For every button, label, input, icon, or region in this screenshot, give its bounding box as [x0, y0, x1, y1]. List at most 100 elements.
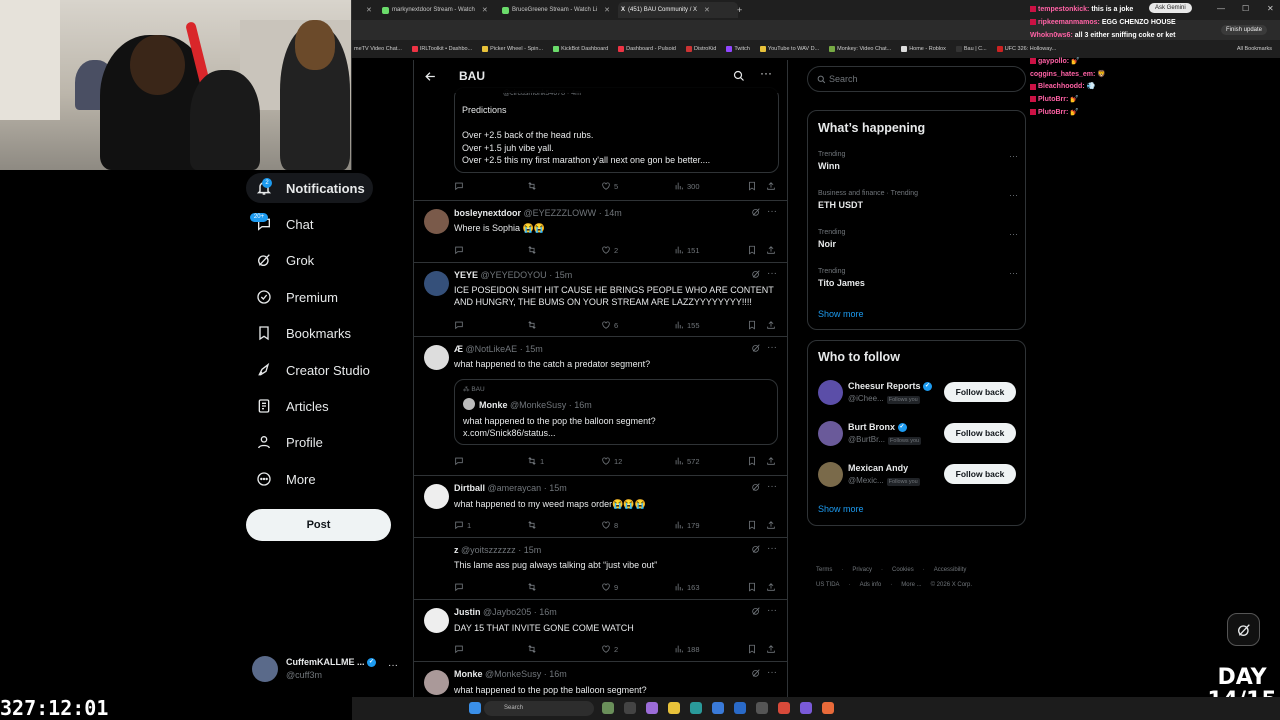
follow-suggestion[interactable]: Mexican Andy @Mexic... Follows you Follow…	[808, 459, 1027, 489]
post[interactable]: z @yoitszzzzzz · 15m This lame ass pug a…	[414, 538, 787, 600]
grok-floating-button[interactable]	[1227, 613, 1260, 646]
repost-action[interactable]	[527, 181, 537, 191]
bookmark-action[interactable]	[747, 181, 757, 191]
trend-item[interactable]: Trending Tito James ···	[818, 268, 1018, 288]
footer-link[interactable]: Accessibility	[934, 567, 967, 573]
show-more-link[interactable]: Show more	[818, 504, 864, 514]
minimize-icon[interactable]: —	[1217, 4, 1225, 13]
bookmark-item[interactable]: IRLToolkit • Dashbo...	[411, 46, 472, 52]
new-tab-button[interactable]: +	[737, 2, 742, 18]
search-input[interactable]: Search	[807, 66, 1026, 92]
mail-icon[interactable]	[712, 702, 724, 714]
taskbar-app-icon[interactable]	[646, 702, 658, 714]
bookmark-item[interactable]: Bau | C...	[955, 46, 987, 52]
more-icon[interactable]: ···	[767, 206, 777, 217]
grok-icon[interactable]	[751, 207, 761, 217]
share-action[interactable]	[766, 320, 776, 330]
browser-tab[interactable]: markynextdoor Stream - Watch ✕	[382, 2, 504, 18]
grok-icon[interactable]	[751, 269, 761, 279]
footer-link[interactable]: Ads info	[860, 582, 882, 588]
reply-action[interactable]	[454, 456, 464, 466]
grok-icon[interactable]	[751, 343, 761, 353]
views-action[interactable]: 163	[674, 582, 700, 592]
bookmark-item[interactable]: Picker Wheel - Spin...	[482, 46, 543, 52]
reply-action[interactable]	[454, 320, 464, 330]
like-action[interactable]: 12	[601, 456, 622, 466]
tab-close-icon[interactable]: ✕	[362, 2, 376, 18]
nav-bookmarks[interactable]: Bookmarks	[246, 318, 361, 348]
bookmark-item[interactable]: Twitch	[726, 46, 750, 52]
like-action[interactable]: 9	[601, 582, 618, 592]
bookmark-action[interactable]	[747, 582, 757, 592]
more-icon[interactable]: ···	[1009, 229, 1018, 239]
repost-action[interactable]: 1	[527, 456, 544, 466]
bookmark-action[interactable]	[747, 644, 757, 654]
like-action[interactable]: 2	[601, 644, 618, 654]
reply-action[interactable]	[454, 245, 464, 255]
bookmark-action[interactable]	[747, 520, 757, 530]
taskbar-app-icon[interactable]	[822, 702, 834, 714]
nav-premium[interactable]: Premium	[246, 282, 348, 312]
repost-action[interactable]	[527, 245, 537, 255]
more-icon[interactable]: ···	[767, 481, 777, 492]
more-icon[interactable]: ···	[767, 605, 777, 616]
like-action[interactable]: 2	[601, 245, 618, 255]
edge-icon[interactable]	[690, 702, 702, 714]
footer-link[interactable]: More ...	[901, 582, 921, 588]
follow-back-button[interactable]: Follow back	[944, 382, 1016, 402]
repost-action[interactable]	[527, 520, 537, 530]
post[interactable]: YEYE @YEYEDOYOU · 15m ICE POSEIDON SHIT …	[414, 263, 787, 337]
more-icon[interactable]: ···	[767, 543, 777, 554]
trend-item[interactable]: Trending Winn ···	[818, 151, 1018, 171]
search-icon[interactable]	[733, 70, 745, 82]
repost-action[interactable]	[527, 644, 537, 654]
chrome-icon[interactable]	[778, 702, 790, 714]
share-action[interactable]	[766, 181, 776, 191]
views-action[interactable]: 155	[674, 320, 700, 330]
grok-icon[interactable]	[751, 606, 761, 616]
quoted-post[interactable]: ⁂ BAU Monke @MonkeSusy · 16m what happen…	[454, 379, 778, 445]
more-icon[interactable]: ···	[1009, 190, 1018, 200]
more-icon[interactable]: ···	[388, 660, 398, 671]
reply-action[interactable]	[454, 644, 464, 654]
bookmark-item[interactable]: Dashboard - Pulsoid	[618, 46, 676, 52]
share-action[interactable]	[766, 582, 776, 592]
more-icon[interactable]: ···	[1009, 268, 1018, 278]
share-action[interactable]	[766, 456, 776, 466]
grok-icon[interactable]	[751, 482, 761, 492]
views-action[interactable]: 300	[674, 181, 700, 191]
show-more-link[interactable]: Show more	[818, 309, 864, 319]
grok-icon[interactable]	[751, 544, 761, 554]
bookmark-action[interactable]	[747, 320, 757, 330]
like-action[interactable]: 5	[601, 181, 618, 191]
close-icon[interactable]: ✕	[604, 6, 610, 14]
views-action[interactable]: 179	[674, 520, 700, 530]
bookmark-item[interactable]: meTV Video Chat...	[354, 46, 402, 52]
quoted-post[interactable]: @circusmonk54678 · 4m Predictions Over +…	[454, 87, 779, 173]
views-action[interactable]: 151	[674, 245, 700, 255]
close-window-icon[interactable]: ✕	[1267, 4, 1274, 13]
taskbar-app-icon[interactable]	[800, 702, 812, 714]
all-bookmarks[interactable]: All Bookmarks	[1237, 46, 1272, 52]
grok-icon[interactable]	[751, 668, 761, 678]
nav-articles[interactable]: Articles	[246, 391, 339, 421]
more-icon[interactable]: ···	[767, 667, 777, 678]
views-action[interactable]: 188	[674, 644, 700, 654]
post[interactable]: Dirtball @ameraycan · 15m what happened …	[414, 476, 787, 538]
reply-action[interactable]	[454, 181, 464, 191]
back-arrow-icon[interactable]	[424, 70, 437, 83]
maximize-icon[interactable]: ☐	[1242, 4, 1249, 13]
close-icon[interactable]: ✕	[482, 6, 488, 14]
browser-tab-active[interactable]: X (451) BAU Community / X ✕	[618, 2, 738, 18]
repost-action[interactable]	[527, 320, 537, 330]
nav-grok[interactable]: Grok	[246, 245, 324, 275]
nav-creator-studio[interactable]: Creator Studio	[246, 355, 380, 385]
post[interactable]: Monke @MonkeSusy · 16m what happened to …	[414, 662, 787, 700]
share-action[interactable]	[766, 644, 776, 654]
more-icon[interactable]: ···	[767, 268, 777, 279]
taskbar-app-icon[interactable]	[756, 702, 768, 714]
reply-action[interactable]	[454, 582, 464, 592]
share-action[interactable]	[766, 245, 776, 255]
close-icon[interactable]: ✕	[704, 6, 710, 14]
views-action[interactable]: 572	[674, 456, 700, 466]
